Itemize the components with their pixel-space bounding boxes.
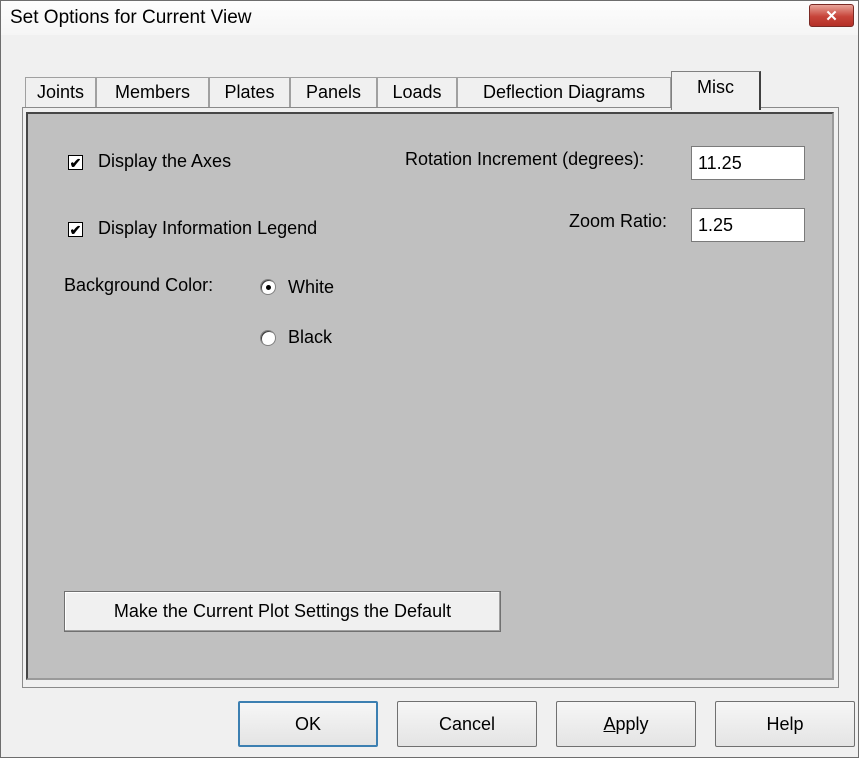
apply-button-label: Apply	[603, 714, 648, 735]
tab-label: Panels	[305, 82, 362, 102]
display-axes-checkbox[interactable]: ✔	[68, 155, 83, 170]
display-axes-label[interactable]: Display the Axes	[98, 151, 231, 172]
tab-label: Members	[114, 82, 190, 102]
tab-loads[interactable]: Loads	[377, 77, 457, 107]
title-bar[interactable]: Set Options for Current View ✕	[1, 1, 858, 35]
tab-plates[interactable]: Plates	[209, 77, 290, 107]
tab-label: Plates	[224, 82, 275, 102]
make-default-button[interactable]: Make the Current Plot Settings the Defau…	[64, 591, 501, 632]
help-button-label: Help	[766, 713, 804, 734]
tab-misc[interactable]: Misc	[671, 71, 761, 110]
radio-white[interactable]	[260, 279, 276, 295]
close-icon: ✕	[825, 7, 838, 25]
radio-white-label[interactable]: White	[288, 277, 334, 298]
radio-selected-dot	[266, 285, 271, 290]
tab-members[interactable]: Members	[96, 77, 209, 107]
checkmark-icon: ✔	[69, 154, 82, 171]
background-color-label: Background Color:	[64, 275, 214, 295]
close-button[interactable]: ✕	[809, 4, 854, 27]
cancel-button-label: Cancel	[438, 713, 496, 734]
cancel-button[interactable]: Cancel	[397, 701, 537, 747]
display-legend-checkbox[interactable]: ✔	[68, 222, 83, 237]
zoom-ratio-label: Zoom Ratio:	[569, 211, 668, 231]
rotation-increment-input[interactable]	[691, 146, 805, 180]
tab-label: Deflection Diagrams	[482, 82, 646, 102]
apply-mnemonic: A	[603, 713, 616, 734]
rotation-increment-label: Rotation Increment (degrees):	[405, 149, 645, 169]
tab-label: Joints	[36, 82, 85, 102]
tab-label: Loads	[392, 82, 442, 102]
tab-joints[interactable]: Joints	[25, 77, 96, 107]
misc-panel: ✔ Display the Axes ✔ Display Information…	[26, 112, 834, 680]
tab-deflection-diagrams[interactable]: Deflection Diagrams	[457, 77, 671, 107]
make-default-button-label: Make the Current Plot Settings the Defau…	[113, 601, 452, 621]
zoom-ratio-input[interactable]	[691, 208, 805, 242]
apply-label-rest: pply	[615, 713, 649, 734]
ok-button-label: OK	[294, 713, 321, 734]
dialog-window: Set Options for Current View ✕ Joints Me…	[0, 0, 859, 758]
help-button[interactable]: Help	[715, 701, 855, 747]
radio-black[interactable]	[260, 330, 276, 346]
window-title: Set Options for Current View	[10, 7, 252, 28]
tab-label: Misc	[697, 76, 734, 97]
ok-button[interactable]: OK	[238, 701, 378, 747]
display-legend-label[interactable]: Display Information Legend	[98, 218, 317, 239]
tab-panels[interactable]: Panels	[290, 77, 377, 107]
apply-button[interactable]: Apply	[556, 701, 696, 747]
checkmark-icon: ✔	[69, 221, 82, 238]
radio-black-label[interactable]: Black	[288, 327, 332, 348]
